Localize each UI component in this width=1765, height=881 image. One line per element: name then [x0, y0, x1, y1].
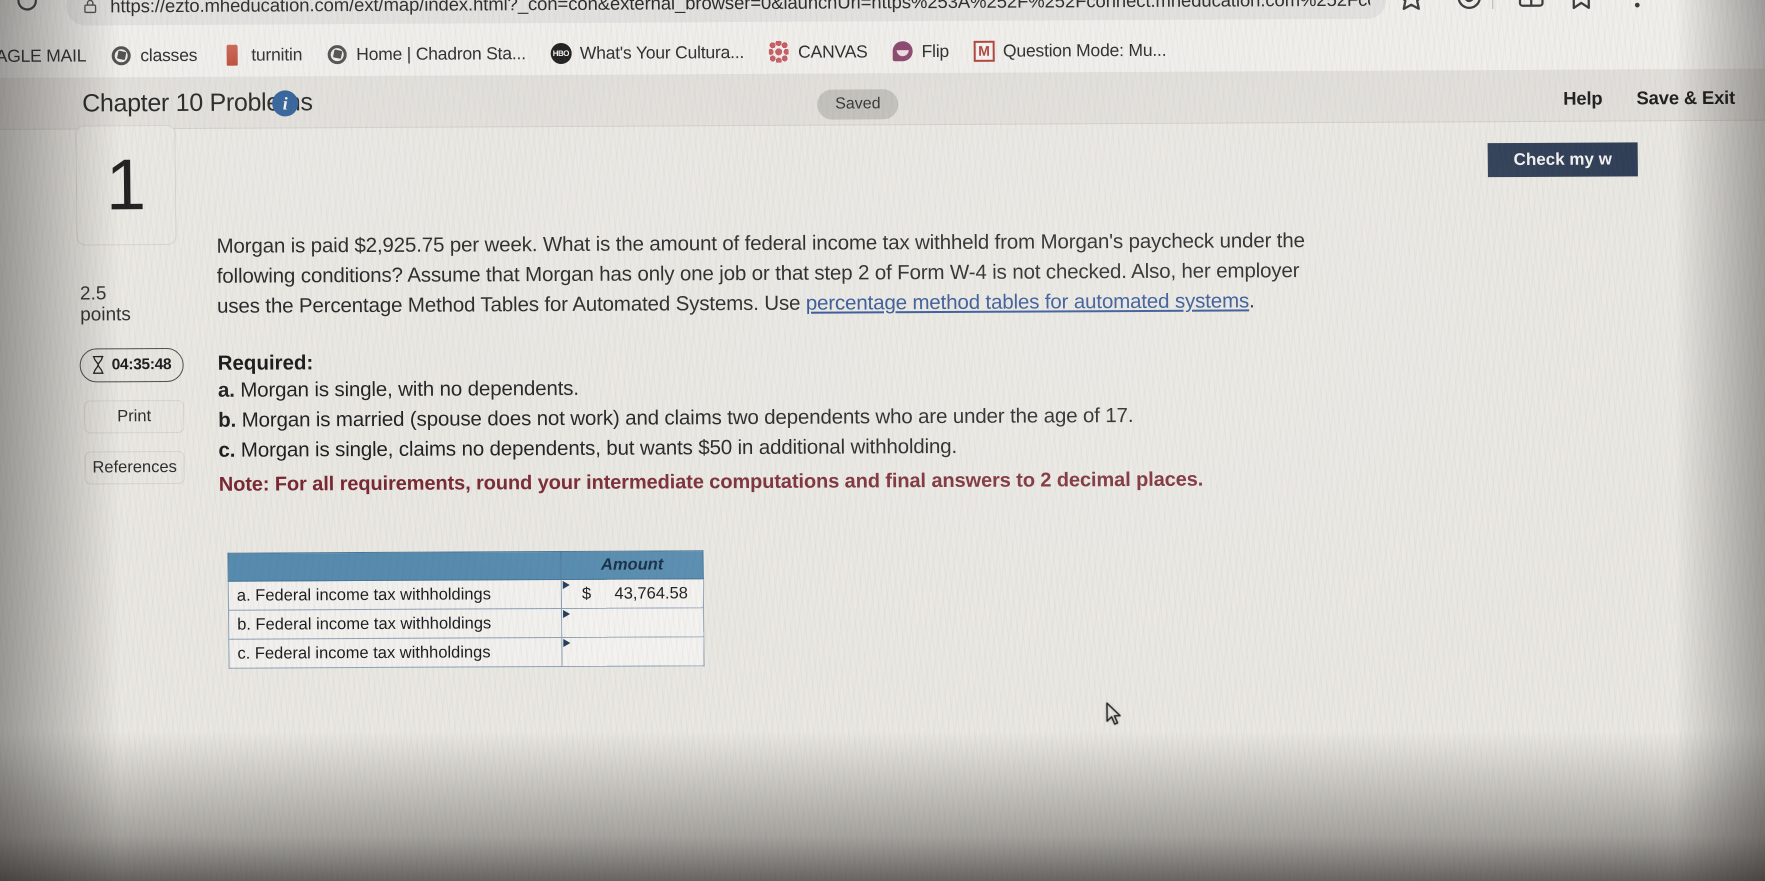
points-label: points: [80, 304, 131, 326]
table-head: Amount: [227, 550, 704, 582]
split-screen-icon[interactable]: [1516, 0, 1546, 12]
classes-icon: [110, 44, 132, 66]
mcgraw-hill-icon: M: [973, 40, 995, 62]
table-header-row: Amount: [227, 550, 704, 582]
bookmark-whats-your-culture[interactable]: HBO What's Your Cultura...: [541, 35, 754, 70]
timer: 04:35:48: [79, 347, 184, 383]
bookmark-label: Question Mode: Mu...: [1002, 39, 1167, 61]
requirement-c: c. Morgan is single, claims no dependent…: [218, 430, 1328, 466]
assignment-page: Chapter 10 Problems i Saved Help Save & …: [0, 68, 1765, 881]
bookmark-label: turnitin: [251, 43, 303, 65]
table-row: a. Federal income tax withholdings $ 43,…: [228, 578, 704, 611]
column-header-amount: Amount: [561, 550, 704, 580]
info-icon[interactable]: i: [272, 90, 299, 117]
cell-marker-icon: [562, 580, 570, 589]
save-and-exit-link[interactable]: Save & Exit: [1636, 87, 1735, 110]
reload-icon[interactable]: [14, 0, 40, 14]
bookmark-classes[interactable]: classes: [101, 38, 206, 73]
question-number: 1: [75, 125, 177, 246]
extensions-icon[interactable]: [1454, 0, 1484, 12]
note-text: Note: For all requirements, round your i…: [218, 468, 1204, 496]
points-block: 2.5 points: [80, 283, 197, 326]
hbo-icon: HBO: [550, 42, 572, 64]
answer-table: Amount a. Federal income tax withholding…: [227, 550, 705, 669]
requirement-marker: b.: [218, 408, 237, 432]
help-link[interactable]: Help: [1563, 88, 1603, 110]
amount-value: 43,764.58: [614, 583, 688, 603]
table-row: c. Federal income tax withholdings: [228, 636, 705, 669]
favorites-icon[interactable]: [1566, 0, 1596, 12]
url-text: https://ezto.mheducation.com/ext/map/ind…: [110, 0, 1371, 17]
question-paragraph: Morgan is paid $2,925.75 per week. What …: [216, 226, 1327, 322]
currency-symbol: $: [581, 584, 592, 603]
hourglass-icon: [92, 355, 104, 374]
cell-marker-icon: [563, 609, 571, 618]
question-body: Morgan is paid $2,925.75 per week. What …: [216, 226, 1329, 496]
check-my-work-button[interactable]: Check my w: [1487, 142, 1638, 178]
timer-text: 04:35:48: [111, 355, 172, 373]
requirement-text: Morgan is single, claims no dependents, …: [235, 434, 958, 462]
table-row: b. Federal income tax withholdings: [228, 607, 704, 640]
address-bar[interactable]: https://ezto.mheducation.com/ext/map/ind…: [66, 0, 1387, 26]
column-header-blank: [227, 551, 562, 582]
question-text-part2: .: [1248, 289, 1255, 313]
cell-marker-icon: [563, 638, 571, 647]
screen-photo: https://ezto.mheducation.com/ext/map/ind…: [0, 0, 1765, 881]
star-icon[interactable]: [1396, 0, 1426, 13]
lock-icon: [84, 0, 97, 14]
amount-input-c[interactable]: [561, 636, 705, 667]
bookmark-turnitin[interactable]: turnitin: [212, 37, 311, 72]
mouse-pointer-icon: [1106, 702, 1121, 725]
browser-chrome: https://ezto.mheducation.com/ext/map/ind…: [0, 0, 1765, 80]
bookmark-label: classes: [140, 44, 198, 65]
assignment-header: Chapter 10 Problems i Saved Help Save & …: [0, 68, 1765, 130]
bookmark-label: What's Your Cultura...: [579, 41, 745, 63]
bookmark-label: Flip: [921, 40, 950, 61]
question-rail: 1 2.5 points 04:35:48 Print References: [75, 125, 198, 485]
amount-input-a[interactable]: $ 43,764.58: [561, 578, 704, 609]
bookmark-question-mode[interactable]: M Question Mode: Mu...: [964, 33, 1176, 68]
row-label-c: c. Federal income tax withholdings: [228, 637, 563, 669]
amount-input-b[interactable]: [561, 607, 704, 638]
chadron-icon: [326, 43, 348, 65]
percentage-method-tables-link[interactable]: percentage method tables for automated s…: [806, 290, 1249, 315]
more-icon[interactable]: [1622, 0, 1652, 11]
browser-window: https://ezto.mheducation.com/ext/map/ind…: [0, 0, 1765, 881]
bookmark-canvas[interactable]: CANVAS: [759, 34, 877, 69]
turnitin-icon: [221, 44, 243, 66]
references-button[interactable]: References: [84, 450, 185, 485]
requirement-marker: a.: [217, 379, 235, 403]
bookmark-chadron-home[interactable]: Home | Chadron Sta...: [317, 36, 535, 71]
bookmark-flip[interactable]: Flip: [882, 34, 958, 68]
bookmark-label: AGLE MAIL: [0, 44, 87, 66]
flip-icon: [891, 40, 913, 62]
row-label-b: b. Federal income tax withholdings: [228, 608, 562, 640]
bookmark-eagle-mail[interactable]: AGLE MAIL: [0, 38, 95, 73]
requirement-text: Morgan is married (spouse does not work)…: [236, 404, 1134, 432]
table-body: a. Federal income tax withholdings $ 43,…: [228, 578, 705, 669]
print-button[interactable]: Print: [83, 399, 185, 434]
chrome-divider: [1492, 0, 1494, 10]
canvas-icon: [768, 41, 790, 63]
requirement-text: Morgan is single, with no dependents.: [234, 377, 579, 403]
points-value: 2.5: [79, 283, 107, 305]
row-label-a: a. Federal income tax withholdings: [228, 579, 562, 611]
bookmark-label: Home | Chadron Sta...: [356, 42, 526, 64]
status-badge: Saved: [817, 89, 899, 120]
header-links: Help Save & Exit S: [1563, 87, 1765, 110]
bookmark-label: CANVAS: [798, 40, 868, 62]
requirement-marker: c.: [218, 438, 236, 462]
